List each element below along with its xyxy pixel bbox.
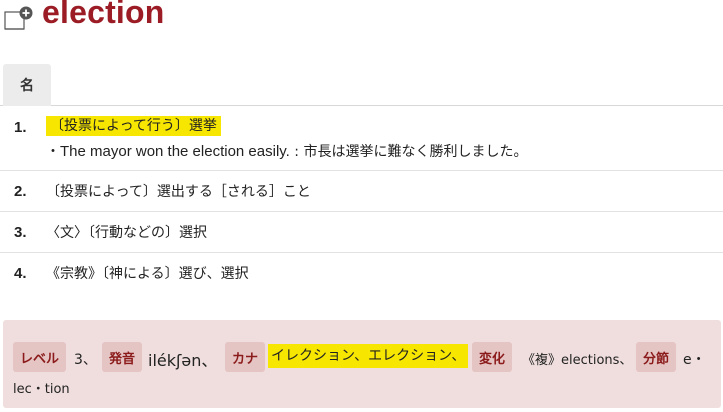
sense-number: 4.	[14, 265, 27, 282]
sense-definition: 〔投票によって〕選出する［される］こと	[46, 184, 311, 200]
kana-highlight: イレクション、エレクション、	[268, 344, 469, 368]
tab-noun[interactable]: 名	[3, 64, 51, 106]
kana-value: イレクション、エレクション、	[268, 344, 469, 368]
kana-label: カナ	[225, 342, 266, 372]
sense-item: 3. 〈文〉〔行動などの〕選択	[0, 212, 723, 253]
sense-item: 4. 《宗教》〔神による〕選び、選択	[0, 253, 723, 294]
sense-definition: 〔投票によって行う〕選挙	[46, 115, 221, 136]
sense-list: 1. 〔投票によって行う〕選挙 ・The mayor won the elect…	[0, 106, 723, 294]
add-to-wordbook-icon[interactable]	[4, 6, 34, 32]
entry-header: election	[0, 0, 723, 40]
sense-number: 2.	[14, 183, 27, 200]
example-japanese: 市長は選挙に難なく勝利しました。	[303, 144, 528, 160]
example-sentence: ・The mayor won the election easily. : 市長…	[46, 141, 527, 161]
level-value: 3、	[74, 352, 97, 368]
word-info-box: レベル 3、 発音 ilékʃən、 カナ イレクション、エレクション、 変化 …	[3, 320, 721, 408]
example-bullet: ・	[46, 144, 60, 160]
level-label: レベル	[13, 342, 67, 372]
inflection-value: 《複》elections、	[522, 353, 633, 368]
inflection-label: 変化	[472, 342, 513, 372]
sense-item: 1. 〔投票によって行う〕選挙 ・The mayor won the elect…	[0, 106, 723, 171]
syllabification-label: 分節	[636, 342, 677, 372]
example-english: The mayor won the election easily.	[60, 143, 290, 160]
sense-definition: 〈文〉〔行動などの〕選択	[46, 225, 207, 241]
sense-item: 2. 〔投票によって〕選出する［される］こと	[0, 171, 723, 212]
headword-title: election	[42, 0, 165, 30]
sense-definition-highlight: 〔投票によって行う〕選挙	[46, 116, 221, 136]
syllabification-value-continued: lec・tion	[13, 382, 70, 397]
sense-number: 1.	[14, 119, 27, 136]
example-separator: :	[289, 144, 304, 160]
sense-definition: 《宗教》〔神による〕選び、選択	[46, 266, 249, 282]
sense-number: 3.	[14, 224, 27, 241]
part-of-speech-tabs: 名	[0, 64, 723, 106]
pronunciation-value: ilékʃən、	[148, 351, 218, 370]
pronunciation-label: 発音	[102, 342, 143, 372]
syllabification-value: e・	[683, 352, 706, 368]
